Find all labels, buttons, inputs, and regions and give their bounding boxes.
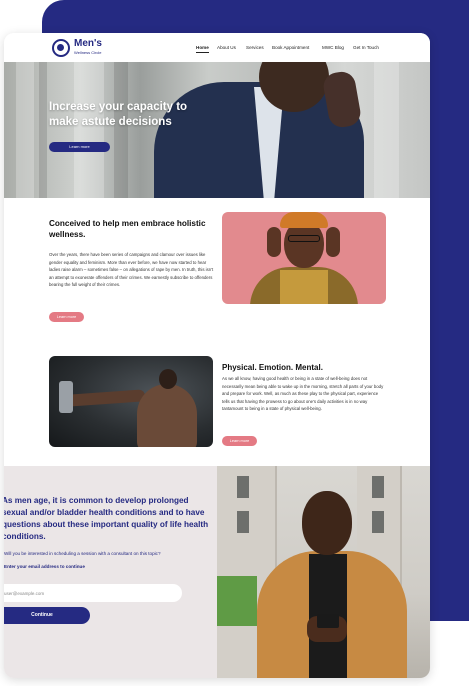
nav-book-appointment[interactable]: Book Appointment: [272, 45, 309, 53]
hero-learn-more-button[interactable]: Learn more: [49, 142, 110, 152]
logo-circle-icon: [52, 39, 70, 57]
physical-learn-more-button[interactable]: Learn more: [222, 436, 257, 446]
logo-title: Men's: [74, 38, 102, 49]
photo-figure-back: [137, 384, 197, 447]
hero-bg-shadow: [39, 62, 47, 198]
email-input[interactable]: [4, 584, 182, 602]
nav-get-in-touch[interactable]: Get In Touch: [353, 45, 379, 53]
hero-title: Increase your capacity to make astute de…: [49, 101, 188, 128]
nav-services[interactable]: Services: [246, 45, 264, 53]
photo-figure-vest: [280, 270, 328, 304]
photo-grass: [217, 576, 257, 626]
continue-button[interactable]: Continue: [4, 607, 90, 624]
photo-figure-hand: [326, 227, 340, 257]
photo-figure-arm: [66, 389, 146, 407]
man-with-phone-photo: [217, 466, 430, 678]
page-stage: Men's Wellness Circle Home About Us Serv…: [0, 0, 469, 686]
nav-about-us[interactable]: About Us: [217, 45, 236, 53]
holistic-body: Over the years, there have been series o…: [49, 252, 214, 288]
photo-figure-glasses: [288, 235, 320, 242]
brand-logo[interactable]: Men's Wellness Circle: [52, 38, 112, 58]
man-with-hat-photo: [222, 212, 386, 304]
photo-window: [237, 511, 249, 533]
photo-window: [372, 476, 384, 498]
consult-question: Will you be interested in scheduling a s…: [4, 551, 161, 556]
hero-bg-pillar: [74, 62, 104, 198]
hero-bg-shadow: [114, 62, 128, 198]
photo-window: [372, 511, 384, 533]
photo-figure-head: [302, 491, 352, 555]
physical-title: Physical. Emotion. Mental.: [222, 363, 323, 372]
man-lifting-dumbbell-photo: [49, 356, 213, 447]
photo-figure-hat: [280, 212, 328, 228]
hero-bg-pillar: [16, 62, 34, 198]
holistic-learn-more-button[interactable]: Learn more: [49, 312, 84, 322]
nav-home[interactable]: Home: [196, 45, 209, 53]
photo-window: [237, 476, 249, 498]
dumbbell-shape: [59, 381, 73, 413]
consult-title: As men age, it is common to develop prol…: [4, 496, 209, 541]
nav-mwc-blog[interactable]: MWC Blog: [322, 45, 344, 53]
phone-shape: [317, 614, 339, 628]
website-preview-card: Men's Wellness Circle Home About Us Serv…: [4, 33, 430, 678]
site-header: Men's Wellness Circle Home About Us Serv…: [4, 33, 430, 62]
photo-figure-head: [159, 369, 177, 389]
email-label: Enter your email address to continue: [4, 564, 85, 569]
hero-banner: Increase your capacity to make astute de…: [4, 62, 430, 198]
photo-figure-hand: [267, 227, 281, 257]
physical-body: As we all know, having good health or be…: [222, 376, 384, 412]
holistic-title: Conceived to help men embrace holistic w…: [49, 219, 206, 239]
hero-bg-pillar: [374, 62, 399, 198]
logo-tagline: Wellness Circle: [74, 50, 102, 55]
